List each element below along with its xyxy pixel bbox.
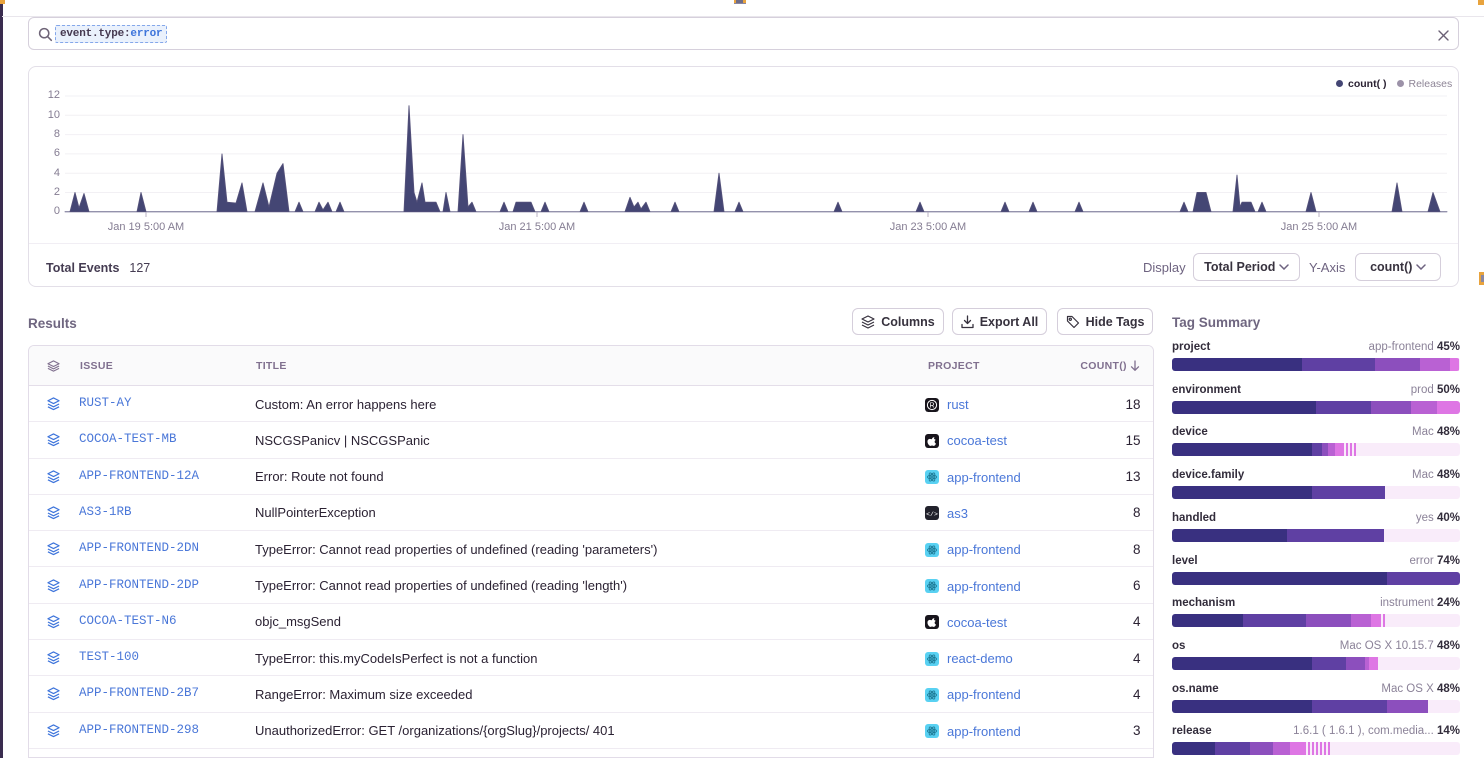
svg-text:</>: </> [926, 511, 938, 518]
svg-text:R: R [929, 402, 934, 409]
